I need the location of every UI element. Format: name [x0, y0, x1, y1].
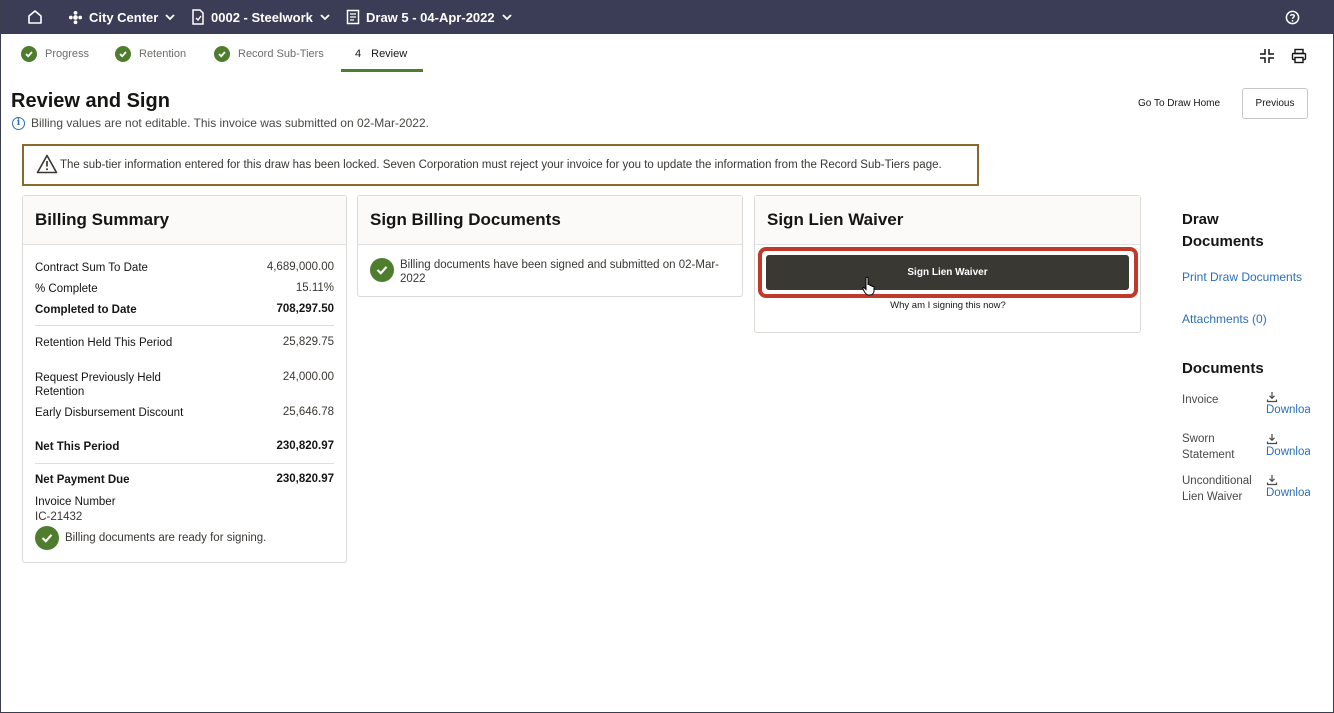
download-link[interactable]: Download — [1266, 404, 1310, 416]
hand-cursor-icon — [862, 276, 876, 301]
summary-row: Early Disbursement Discount 25,646.78 — [35, 406, 334, 420]
card-title: Sign Billing Documents — [358, 196, 742, 245]
why-signing-link[interactable]: Why am I signing this now? — [758, 300, 1138, 311]
doc-name-invoice: Invoice — [1182, 394, 1219, 406]
info-text: Billing values are not editable. This in… — [31, 116, 429, 130]
doc-name-sworn-statement: Sworn Statement — [1182, 433, 1235, 461]
collapse-icon[interactable] — [1259, 48, 1275, 69]
step-number: 4 — [355, 48, 362, 60]
chevron-down-icon — [164, 11, 176, 23]
check-icon — [214, 46, 230, 62]
row-label: Contract Sum To Date — [35, 262, 148, 274]
download-link[interactable]: Download — [1266, 487, 1310, 499]
step-label: Progress — [45, 48, 90, 60]
row-label: % Complete — [35, 283, 98, 295]
contract-icon — [191, 9, 205, 25]
invoice-number-value: IC-21432 — [35, 511, 83, 523]
attachments-link[interactable]: Attachments (0) — [1182, 312, 1267, 326]
info-message: i Billing values are not editable. This … — [12, 116, 429, 130]
print-icon[interactable] — [1291, 48, 1307, 69]
download-link[interactable]: Download — [1266, 446, 1310, 458]
draw-selector[interactable]: Draw 5 - 04-Apr-2022 — [346, 0, 513, 34]
billing-summary-card: Billing Summary Contract Sum To Date 4,6… — [22, 195, 347, 563]
summary-row: Request Previously Held Retention 24,000… — [35, 371, 334, 399]
step-retention[interactable]: Retention — [115, 46, 186, 72]
divider — [35, 463, 334, 464]
home-icon[interactable] — [27, 0, 43, 34]
chevron-down-icon — [319, 11, 331, 23]
doc-name-unconditional-lien-waiver: Unconditional Lien Waiver — [1182, 475, 1252, 503]
help-icon[interactable] — [1285, 0, 1300, 34]
info-icon: i — [12, 116, 25, 130]
step-record-sub-tiers[interactable]: Record Sub-Tiers — [214, 46, 324, 72]
row-label: Retention Held This Period — [35, 337, 173, 349]
card-title: Sign Lien Waiver — [755, 196, 1140, 245]
draw-name: Draw 5 - 04-Apr-2022 — [366, 9, 495, 25]
row-value: 24,000.00 — [282, 371, 334, 383]
sign-lien-waiver-button[interactable]: Sign Lien Waiver — [766, 255, 1129, 290]
row-value: 230,820.97 — [276, 473, 334, 485]
warning-icon — [36, 154, 58, 177]
signed-text: Billing documents have been signed and s… — [400, 259, 719, 285]
sign-billing-card: Sign Billing Documents Billing documents… — [357, 195, 743, 297]
check-icon — [370, 258, 394, 282]
row-label: Early Disbursement Discount — [35, 407, 184, 419]
invoice-number-label-row: Invoice Number — [35, 495, 334, 509]
summary-row: Retention Held This Period 25,829.75 — [35, 336, 334, 350]
project-name: City Center — [89, 9, 159, 25]
card-title: Billing Summary — [23, 196, 346, 245]
row-value: 25,829.75 — [282, 336, 334, 348]
draw-documents-title: Draw Documents — [1182, 211, 1264, 250]
row-label: Net This Period — [35, 441, 120, 453]
contract-selector[interactable]: 0002 - Steelwork — [191, 0, 331, 34]
row-label: Request Previously Held Retention — [35, 372, 161, 398]
check-icon — [21, 46, 37, 62]
ready-text: Billing documents are ready for signing. — [65, 532, 267, 544]
signed-message: Billing documents have been signed and s… — [370, 258, 740, 286]
step-label: Retention — [139, 48, 187, 60]
documents-title: Documents — [1182, 360, 1264, 377]
check-icon — [115, 46, 131, 62]
ready-message: Billing documents are ready for signing. — [35, 526, 266, 550]
chevron-down-icon — [501, 11, 513, 23]
summary-row: Net Payment Due 230,820.97 — [35, 473, 334, 487]
invoice-number-row: IC-21432 — [35, 510, 334, 524]
check-icon — [35, 526, 59, 550]
row-value: 4,689,000.00 — [266, 261, 334, 273]
row-value: 708,297.50 — [276, 303, 334, 315]
row-value: 15.11% — [295, 282, 334, 294]
row-value: 25,646.78 — [282, 406, 334, 418]
summary-row: Net This Period 230,820.97 — [35, 440, 334, 454]
print-draw-documents-link[interactable]: Print Draw Documents — [1182, 270, 1302, 284]
warning-banner: The sub-tier information entered for thi… — [22, 144, 979, 186]
summary-row: Completed to Date 708,297.50 — [35, 303, 334, 317]
warning-text: The sub-tier information entered for thi… — [60, 159, 942, 171]
row-label: Net Payment Due — [35, 474, 130, 486]
page-title: Review and Sign — [11, 90, 170, 112]
divider — [35, 325, 334, 326]
step-review[interactable]: 4 Review — [340, 46, 424, 72]
row-value: 230,820.97 — [276, 440, 334, 452]
step-label: Review — [371, 48, 408, 60]
step-label: Record Sub-Tiers — [238, 48, 324, 60]
draw-icon — [346, 9, 360, 25]
row-label: Completed to Date — [35, 304, 137, 316]
train-steps: Progress Retention Record Sub-Tiers 4 Re… — [1, 34, 1334, 78]
project-selector[interactable]: City Center — [68, 0, 176, 34]
project-icon — [68, 10, 83, 25]
summary-row: Contract Sum To Date 4,689,000.00 — [35, 261, 334, 275]
summary-row: % Complete 15.11% — [35, 282, 334, 296]
step-progress[interactable]: Progress — [21, 46, 89, 72]
invoice-number-label: Invoice Number — [35, 496, 116, 508]
previous-button[interactable]: Previous — [1242, 88, 1308, 119]
top-bar: City Center 0002 - Steelwork Draw 5 - 04… — [1, 0, 1334, 34]
go-to-draw-home-button[interactable]: Go To Draw Home — [1138, 98, 1220, 109]
contract-name: 0002 - Steelwork — [211, 9, 313, 25]
